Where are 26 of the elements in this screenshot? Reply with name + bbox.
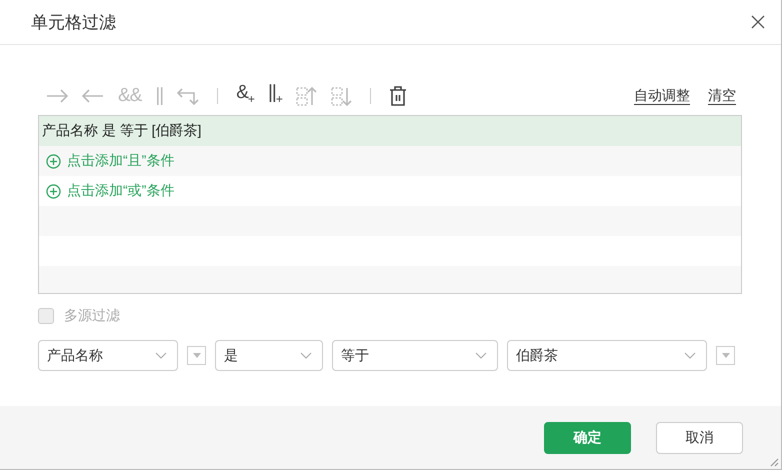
condition-row[interactable]: 产品名称 是 等于 [伯爵茶]: [39, 116, 741, 146]
dropdown-field[interactable]: 是: [215, 340, 323, 371]
window-title: 单元格过滤: [31, 12, 116, 34]
chevron-down-icon: [684, 352, 696, 360]
link[interactable]: 自动调整: [634, 87, 690, 105]
dropdown-field[interactable]: 产品名称: [38, 340, 178, 371]
trash-icon[interactable]: [388, 86, 407, 106]
chevron-down-icon: [155, 352, 167, 360]
chevron-down-icon: [300, 352, 312, 360]
close-icon[interactable]: [751, 15, 765, 29]
caret-down-icon: [722, 353, 730, 358]
chevron-down-icon: [475, 352, 487, 360]
dropdown-toggle[interactable]: [187, 346, 206, 365]
condition-item[interactable]: 产品名称 是 等于 [伯爵茶]: [42, 122, 202, 140]
dropdown-field[interactable]: 伯爵茶: [507, 340, 707, 371]
caret-down-icon: [192, 353, 200, 358]
add-circle-icon[interactable]: [46, 154, 61, 168]
dropdown-field[interactable]: 等于: [332, 340, 498, 371]
checkbox-label: 多源过滤: [64, 307, 120, 325]
add-circle-icon[interactable]: [46, 184, 61, 198]
toolbar-button[interactable]: ||$_{+}$: [268, 83, 282, 109]
toolbar-button[interactable]: &$_{+}$: [236, 83, 254, 109]
cancel-button[interactable]: 取消: [656, 422, 743, 454]
resize-grip-icon[interactable]: [769, 457, 779, 467]
dropdown-toggle[interactable]: [716, 346, 735, 365]
link[interactable]: 清空: [708, 87, 736, 105]
